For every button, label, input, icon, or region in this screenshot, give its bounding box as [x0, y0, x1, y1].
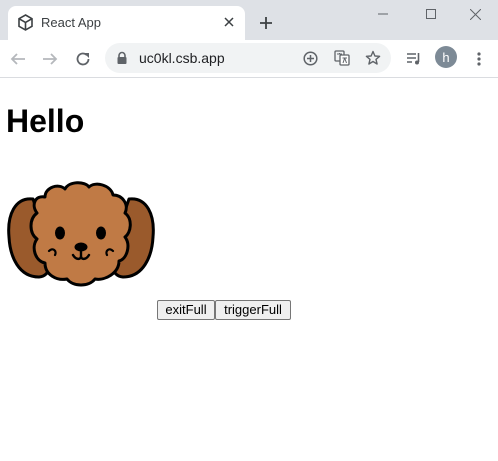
back-icon[interactable] [4, 45, 32, 73]
codesandbox-icon [18, 14, 33, 31]
translate-icon[interactable] [333, 49, 351, 67]
media-controls-icon[interactable] [400, 45, 428, 73]
page-heading: Hello [6, 103, 85, 139]
address-url: uc0kl.csb.app [139, 50, 225, 66]
minimize-icon[interactable] [360, 0, 406, 28]
install-app-icon[interactable] [301, 49, 319, 67]
browser-tab[interactable]: React App [8, 6, 245, 40]
poodle-dog-image [7, 181, 155, 287]
close-window-icon[interactable] [452, 0, 498, 28]
page-content: Hello exitFull triggerFull [0, 78, 498, 461]
lock-icon [117, 51, 127, 64]
new-tab-icon[interactable] [254, 11, 278, 35]
exit-full-button[interactable]: exitFull [157, 300, 215, 320]
profile-avatar[interactable]: h [435, 46, 457, 68]
more-menu-icon[interactable] [465, 45, 493, 73]
tab-title: React App [41, 15, 101, 30]
bookmark-star-icon[interactable] [364, 49, 382, 67]
maximize-icon[interactable] [408, 0, 454, 28]
browser-toolbar: uc0kl.csb.app h [0, 40, 498, 78]
forward-icon[interactable] [36, 45, 64, 73]
reload-icon[interactable] [69, 45, 97, 73]
address-bar[interactable]: uc0kl.csb.app [105, 43, 391, 73]
close-tab-icon[interactable] [221, 14, 237, 30]
trigger-full-button[interactable]: triggerFull [215, 300, 291, 320]
tab-strip: React App [0, 0, 498, 40]
